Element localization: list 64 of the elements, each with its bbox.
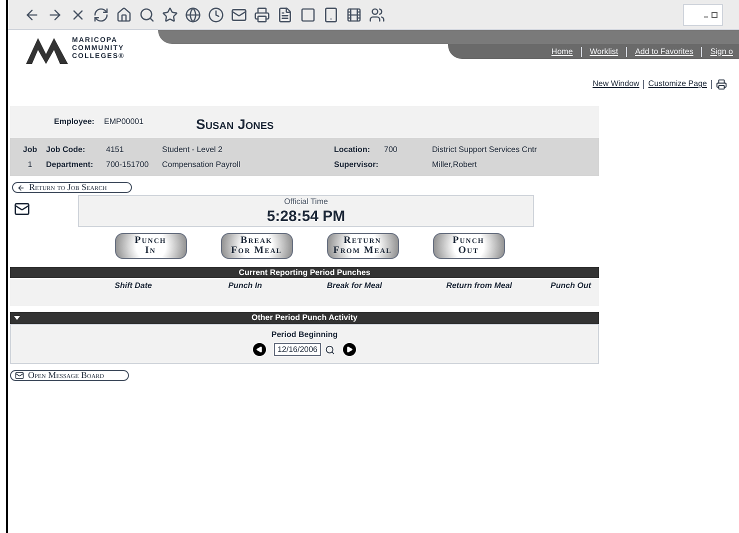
home-icon[interactable] bbox=[116, 6, 132, 22]
date-field[interactable]: 12/16/2006 bbox=[274, 343, 321, 356]
field-label: Job bbox=[22, 144, 38, 156]
field-label: Department: bbox=[46, 158, 94, 170]
punch-button[interactable]: Punch In bbox=[114, 233, 186, 259]
field-value: Miller,Robert bbox=[432, 158, 478, 170]
column-header: Return from Meal bbox=[445, 280, 513, 292]
clock-icon[interactable] bbox=[208, 6, 224, 22]
clock-label: Official Time bbox=[284, 196, 328, 208]
square-icon[interactable] bbox=[300, 6, 316, 22]
nav-link[interactable]: Add to Favorites bbox=[631, 46, 698, 58]
official-time: 5:28:54 PM bbox=[266, 208, 346, 226]
employee-id: EMP00001 bbox=[104, 116, 145, 128]
collapse-icon[interactable] bbox=[14, 315, 20, 321]
refresh-icon[interactable] bbox=[93, 6, 109, 22]
punch-button[interactable]: Punch Out bbox=[432, 233, 504, 259]
search-icon[interactable] bbox=[139, 6, 155, 22]
punch-button[interactable]: Return From Meal bbox=[326, 233, 398, 259]
people-icon[interactable] bbox=[369, 6, 385, 22]
next-button[interactable] bbox=[342, 343, 356, 356]
column-header: Punch In bbox=[227, 280, 263, 292]
field-value: Student - Level 2 bbox=[162, 144, 224, 156]
employee-name: Susan Jones bbox=[196, 114, 274, 134]
field-value: 1 bbox=[26, 158, 34, 170]
column-header: Punch Out bbox=[550, 280, 592, 292]
forward-icon[interactable] bbox=[47, 6, 63, 22]
message-board-link[interactable]: Open Message Board bbox=[10, 370, 130, 381]
mail-icon[interactable] bbox=[231, 6, 247, 22]
field-value: District Support Services Cntr bbox=[432, 144, 538, 156]
back-icon[interactable] bbox=[24, 6, 40, 22]
envelope-icon bbox=[15, 371, 24, 380]
column-header: Break for Meal bbox=[326, 280, 383, 292]
film-icon[interactable] bbox=[346, 6, 362, 22]
field-value: 4151 bbox=[106, 144, 125, 156]
nav-link[interactable]: Home bbox=[547, 46, 577, 58]
previous-button[interactable] bbox=[253, 343, 266, 356]
nav-link[interactable]: Sign o bbox=[706, 46, 737, 58]
window-controls-icon[interactable] bbox=[704, 12, 718, 18]
field-value: 700-151700 bbox=[106, 158, 150, 170]
punch-button[interactable]: Break For Meal bbox=[220, 233, 292, 259]
right-triangle-icon bbox=[346, 346, 353, 353]
field-label: Location: bbox=[334, 144, 371, 156]
left-triangle-icon bbox=[256, 346, 264, 353]
field-label: Employee: bbox=[54, 116, 96, 128]
document-icon[interactable] bbox=[277, 6, 293, 22]
column-header: Shift Date bbox=[114, 280, 153, 292]
field-value: Compensation Payroll bbox=[162, 158, 242, 170]
arrow-icon bbox=[17, 184, 25, 192]
envelope-icon[interactable] bbox=[14, 201, 30, 217]
page-link[interactable]: New Window bbox=[592, 78, 640, 90]
period-label: Period Beginning bbox=[271, 329, 338, 341]
star-icon[interactable] bbox=[162, 6, 178, 22]
field-value: 700 bbox=[384, 144, 398, 156]
tablet-icon[interactable] bbox=[323, 6, 339, 22]
field-label: Job Code: bbox=[46, 144, 86, 156]
return-link[interactable]: Return to Job Search bbox=[12, 182, 132, 193]
search-icon[interactable] bbox=[324, 344, 335, 354]
section-header: Other Period Punch Activity bbox=[10, 312, 599, 324]
page-link[interactable]: Customize Page bbox=[648, 78, 707, 90]
printer-icon[interactable] bbox=[254, 6, 270, 22]
section-header: Current Reporting Period Punches bbox=[10, 267, 599, 278]
field-label: Supervisor: bbox=[334, 158, 380, 170]
nav-link[interactable]: Worklist bbox=[586, 46, 622, 58]
globe-icon[interactable] bbox=[185, 6, 201, 22]
